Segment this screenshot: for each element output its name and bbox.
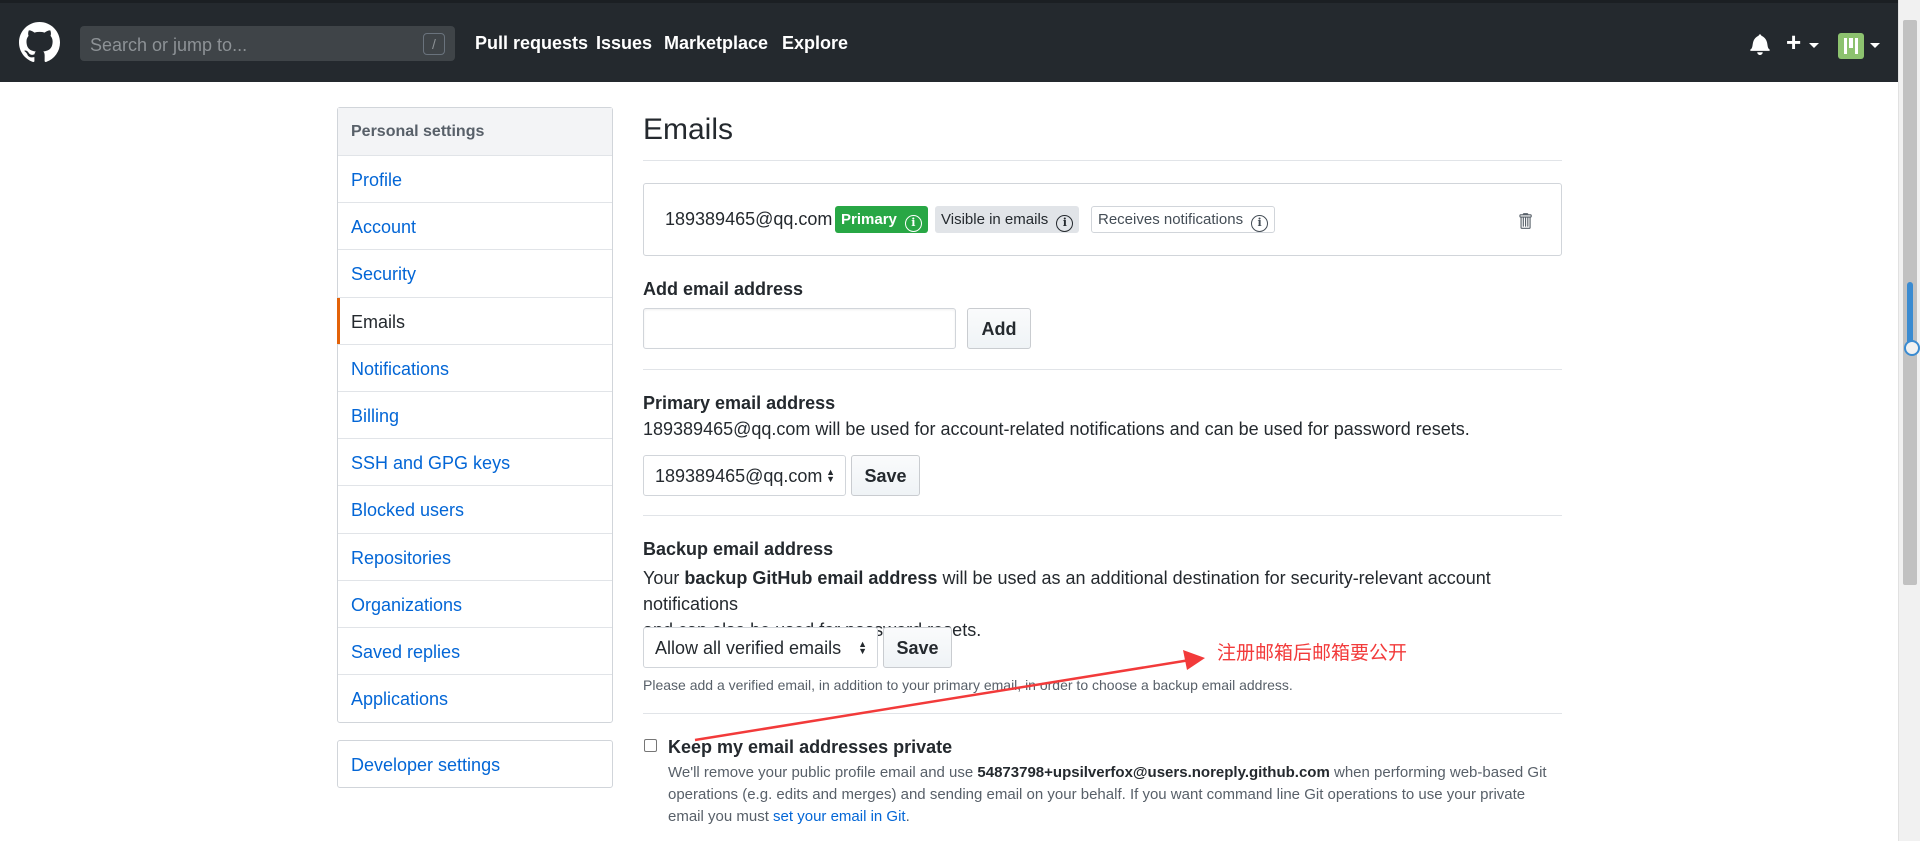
backup-desc-bold: backup GitHub email address xyxy=(684,568,938,588)
search-shortcut-key: / xyxy=(423,33,445,55)
sidebar-item-emails[interactable]: Emails xyxy=(337,297,612,345)
trash-icon[interactable] xyxy=(1518,212,1532,230)
github-logo-icon[interactable] xyxy=(19,22,60,63)
sidebar-item-security[interactable]: Security xyxy=(338,250,612,298)
select-arrows-icon: ▲ ▼ xyxy=(826,467,835,484)
receives-notifications-badge: Receives notifications i xyxy=(1091,206,1276,233)
page-scrollbar[interactable] xyxy=(1898,0,1920,841)
primary-badge: Primary i xyxy=(835,206,928,233)
keep-private-text-line2: operations (e.g. edits and merges) and s… xyxy=(668,786,1526,803)
info-icon[interactable]: i xyxy=(1056,215,1074,232)
noreply-email: 54873798+upsilverfox@users.noreply.githu… xyxy=(977,764,1330,781)
keep-private-text-line3: email you must xyxy=(668,808,774,825)
avatar[interactable] xyxy=(1838,33,1864,59)
nav-marketplace[interactable]: Marketplace xyxy=(664,33,768,54)
add-email-input[interactable] xyxy=(643,308,956,349)
divider xyxy=(643,515,1562,516)
set-email-in-git-link[interactable]: set your email in Git xyxy=(773,808,906,825)
email-address: 189389465@qq.com xyxy=(665,209,833,229)
sidebar-item-saved-replies[interactable]: Saved replies xyxy=(338,628,612,676)
keep-private-text-end: . xyxy=(905,808,910,825)
primary-email-selected: 189389465@qq.com xyxy=(655,466,823,486)
visible-in-emails-badge: Visible in emails i xyxy=(935,206,1080,233)
chevron-down-icon[interactable] xyxy=(1870,43,1880,48)
annotation-text: 注册邮箱后邮箱要公开 xyxy=(1217,642,1408,664)
sidebar-heading: Personal settings xyxy=(338,108,612,156)
nav-pull-requests[interactable]: Pull requests xyxy=(475,33,588,54)
add-email-button[interactable]: Add xyxy=(967,308,1031,349)
info-icon[interactable]: i xyxy=(904,215,922,232)
top-navbar: Search or jump to... / Pull requests Iss… xyxy=(0,0,1898,82)
info-icon[interactable]: i xyxy=(1251,215,1269,232)
sidebar-item-profile[interactable]: Profile xyxy=(338,156,612,204)
sidebar-item-organizations[interactable]: Organizations xyxy=(338,581,612,628)
keep-private-checkbox[interactable] xyxy=(644,739,657,752)
nav-issues[interactable]: Issues xyxy=(596,33,652,54)
annotation-arrow xyxy=(694,650,1205,742)
create-new-icon[interactable]: + xyxy=(1786,29,1801,55)
sidebar-item-billing[interactable]: Billing xyxy=(338,392,612,440)
primary-badge-label: Primary xyxy=(841,211,897,228)
sidebar-item-ssh-gpg-keys[interactable]: SSH and GPG keys xyxy=(338,439,612,487)
settings-sidebar: Personal settings Profile Account Securi… xyxy=(337,107,613,724)
visible-badge-label: Visible in emails xyxy=(941,211,1049,228)
search-placeholder: Search or jump to... xyxy=(90,35,248,55)
page-title: Emails xyxy=(643,107,1562,161)
primary-email-select[interactable]: 189389465@qq.com ▲ ▼ xyxy=(643,455,846,496)
sidebar-item-applications[interactable]: Applications xyxy=(338,675,612,722)
keep-private-description: We'll remove your public profile email a… xyxy=(668,762,1548,828)
email-list-item: 189389465@qq.com Primary i Visible in ema… xyxy=(643,183,1562,256)
search-input[interactable]: Search or jump to... / xyxy=(80,26,455,61)
sidebar-item-notifications[interactable]: Notifications xyxy=(338,345,612,392)
backup-desc-prefix: Your xyxy=(643,568,685,588)
notifications-badge-label: Receives notifications xyxy=(1098,211,1244,228)
backup-email-label: Backup email address xyxy=(643,539,834,559)
primary-email-description: 189389465@qq.com will be used for accoun… xyxy=(643,419,1470,439)
primary-email-label: Primary email address xyxy=(643,393,836,413)
keep-private-text-prefix: We'll remove your public profile email a… xyxy=(668,764,978,781)
add-email-label: Add email address xyxy=(643,279,804,299)
save-primary-email-button[interactable]: Save xyxy=(851,455,920,496)
chevron-down-icon[interactable] xyxy=(1809,43,1819,48)
sidebar-item-repositories[interactable]: Repositories xyxy=(338,534,612,581)
keep-private-text-middle: when performing web-based Git xyxy=(1329,764,1547,781)
sidebar-item-account[interactable]: Account xyxy=(338,203,612,251)
nav-explore[interactable]: Explore xyxy=(782,33,848,54)
sidebar-item-blocked-users[interactable]: Blocked users xyxy=(338,486,612,534)
divider xyxy=(643,369,1562,370)
sidebar-item-developer-settings[interactable]: Developer settings xyxy=(337,740,613,788)
scroll-indicator xyxy=(1904,282,1920,356)
emails-content: Emails 189389465@qq.com Primary i Visible… xyxy=(643,107,1562,825)
bell-icon[interactable] xyxy=(1750,33,1770,55)
